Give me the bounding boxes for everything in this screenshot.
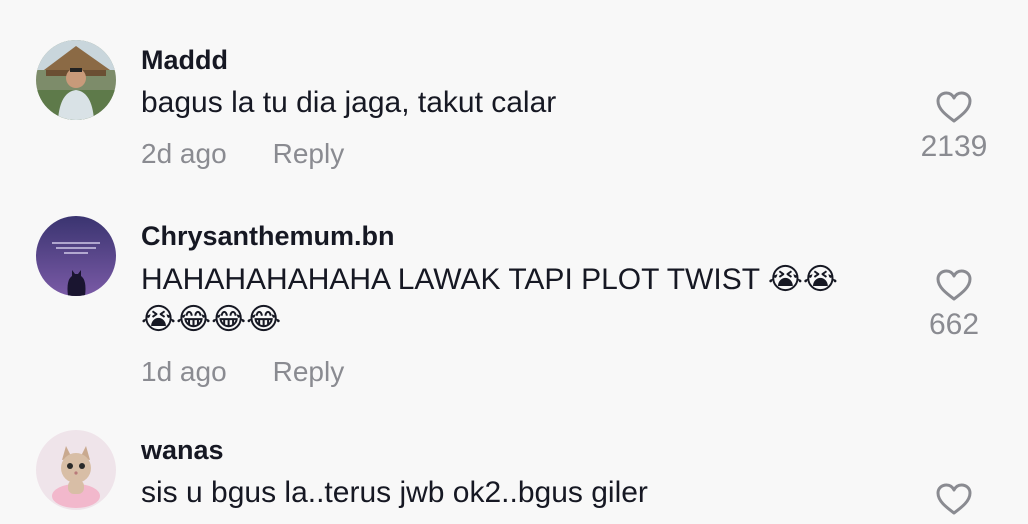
comment-username[interactable]: Maddd: [141, 44, 228, 76]
comment-list: Maddd bagus la tu dia jaga, takut calar …: [0, 0, 1028, 524]
comment-meta: 1d ago Reply: [141, 356, 344, 388]
like-control: 2139: [910, 90, 998, 164]
user-photo-avatar-icon: [36, 40, 116, 120]
like-count: 662: [928, 308, 980, 341]
comment-time: 1d ago: [141, 356, 227, 387]
comment-username[interactable]: Chrysanthemum.bn: [141, 220, 395, 252]
avatar[interactable]: [36, 430, 116, 510]
heart-icon[interactable]: [935, 268, 973, 302]
heart-icon[interactable]: [935, 482, 973, 516]
like-control: [910, 482, 998, 516]
reply-button[interactable]: Reply: [273, 356, 345, 387]
comment-username[interactable]: wanas: [141, 434, 224, 466]
heart-icon[interactable]: [935, 90, 973, 124]
comment-text: HAHAHAHAHAHA LAWAK TAPI PLOT TWIST 😭😭 😭😂…: [141, 263, 838, 336]
quote-image-avatar-icon: [36, 216, 116, 296]
like-control: 662: [910, 268, 998, 342]
like-count: 2139: [920, 130, 988, 163]
reply-button[interactable]: Reply: [273, 138, 345, 169]
comment-time: 2d ago: [141, 138, 227, 169]
avatar[interactable]: [36, 40, 116, 120]
avatar[interactable]: [36, 216, 116, 296]
comment-text: sis u bgus la..terus jwb ok2..bgus giler: [141, 476, 648, 509]
kitten-avatar-icon: [36, 430, 116, 510]
comment-meta: 2d ago Reply: [141, 138, 344, 170]
comment-text: bagus la tu dia jaga, takut calar: [141, 86, 557, 119]
